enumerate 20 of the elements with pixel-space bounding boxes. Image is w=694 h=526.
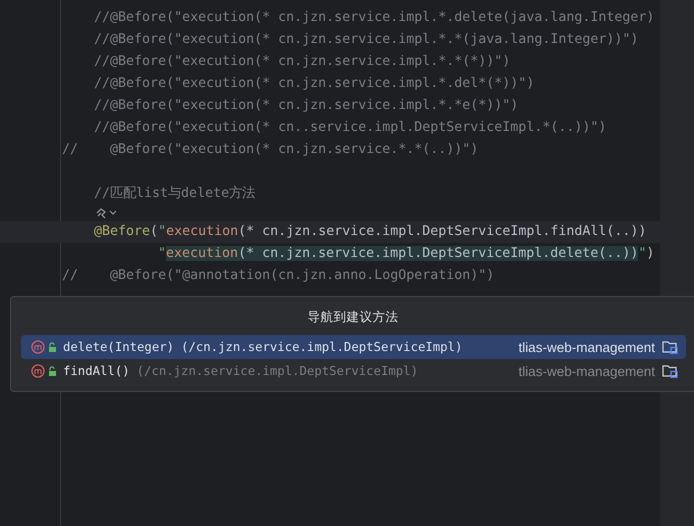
code-line: //@Before("execution(* cn.jzn.service.impl.*.delete(java.lang.Integer) bbox=[93, 9, 656, 27]
suggestion-item[interactable]: findAll() (/cn.jzn.service.impl.DeptServiceImpl) tlias-web-management bbox=[21, 359, 686, 383]
code-line: //@Before("execution(* cn..service.impl.DeptServiceImpl.*(..))") bbox=[93, 119, 608, 137]
code-line: //@Before("execution(* cn.jzn.service.impl.*.*e(*))") bbox=[93, 97, 520, 115]
code-line: //@Before("execution(* cn.jzn.service.impl.*.*(java.lang.Integer))") bbox=[93, 31, 640, 49]
chevron-icon[interactable] bbox=[109, 210, 117, 216]
code-line: //匹配list与delete方法 bbox=[93, 184, 256, 203]
popup-title: 导航到建议方法 bbox=[306, 308, 400, 326]
code-line: //@Before("execution(* cn.jzn.service.impl.*.del*(*))") bbox=[93, 75, 536, 93]
code-line: // @Before("@annotation(cn.jzn.anno.LogOperation)") bbox=[61, 267, 496, 285]
lock-icon bbox=[48, 342, 57, 352]
inlay-icon[interactable] bbox=[95, 206, 108, 220]
method-icon bbox=[31, 364, 45, 378]
code-line: //@Before("execution(* cn.jzn.service.impl.*.*(*))") bbox=[93, 53, 512, 71]
method-icon bbox=[31, 340, 45, 354]
folder-icon bbox=[662, 364, 678, 378]
folder-icon bbox=[662, 340, 678, 354]
code-line: // @Before("execution(* cn.jzn.service.*.*(..))") bbox=[61, 141, 480, 159]
lock-icon bbox=[48, 366, 57, 376]
suggestion-item[interactable]: delete(Integer) (/cn.jzn.service.impl.DeptServiceImpl) tlias-web-management bbox=[21, 335, 686, 359]
